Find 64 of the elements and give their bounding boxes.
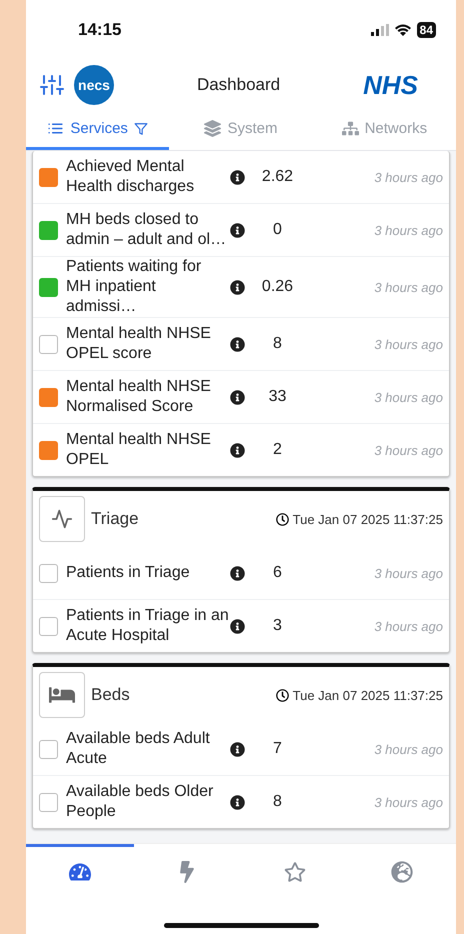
timestamp: Tue Jan 07 2025 11:37:25 [292, 688, 443, 702]
settings-icon[interactable] [40, 73, 64, 97]
info-icon[interactable] [230, 794, 244, 810]
bed-icon [39, 672, 85, 718]
hierarchy-icon [342, 120, 359, 137]
metric-value: 2.62 [260, 168, 294, 186]
brand-logo: NHS [363, 70, 418, 100]
status-time: 14:15 [78, 20, 122, 40]
metric-value: 8 [272, 335, 283, 353]
metric-value: 0.26 [260, 278, 294, 296]
updated-time: 3 hours ago [373, 170, 443, 184]
metric-name: Patients in Triage [66, 563, 191, 583]
pulse-icon [39, 496, 85, 542]
tab[interactable]: Networks [312, 110, 456, 150]
timestamp: Tue Jan 07 2025 11:37:25 [292, 512, 443, 526]
updated-time: 3 hours ago [373, 566, 443, 580]
updated-time: 3 hours ago [373, 280, 443, 294]
info-icon[interactable] [230, 742, 244, 756]
updated-time: 3 hours ago [373, 442, 443, 458]
info-icon[interactable] [230, 222, 244, 238]
metric-name: Patients waiting for MH inpatient admissi… [66, 257, 202, 317]
metric-value: 33 [268, 388, 288, 406]
metric-value: 0 [272, 221, 283, 239]
card-title: Triage [91, 509, 140, 529]
clock-icon [276, 688, 289, 702]
metric-name: Available beds Adult Acute [66, 729, 211, 769]
wifi-icon [394, 24, 411, 36]
page-title: Dashboard [196, 75, 282, 95]
info-icon[interactable] [230, 618, 244, 634]
metric-name: Mental health NHSE OPEL score [66, 324, 212, 364]
tab[interactable]: System [169, 110, 313, 150]
clock-icon [276, 512, 289, 526]
metric-name: MH beds closed to admin – adult and ol… [66, 210, 228, 250]
info-icon[interactable] [230, 170, 244, 184]
info-icon[interactable] [230, 280, 244, 294]
signal-icon [370, 24, 389, 36]
info-icon[interactable] [230, 336, 244, 352]
metric-name: Mental health NHSE Normalised Score [66, 377, 212, 417]
updated-time: 3 hours ago [373, 390, 443, 404]
updated-time: 3 hours ago [373, 618, 443, 634]
battery-level: 84 [416, 22, 436, 38]
star-icon[interactable] [284, 861, 306, 883]
updated-time: 3 hours ago [373, 794, 443, 810]
metric-value: 8 [272, 793, 283, 811]
metric-name: Achieved Mental Health discharges [66, 157, 196, 197]
metric-value: 2 [272, 441, 283, 459]
info-icon[interactable] [230, 442, 244, 458]
updated-time: 3 hours ago [373, 742, 443, 756]
updated-time: 3 hours ago [373, 336, 443, 352]
metric-name: Patients in Triage in an Acute Hospital [66, 606, 230, 646]
metric-value: 3 [272, 617, 283, 635]
metric-value: 6 [272, 564, 283, 582]
info-icon[interactable] [230, 566, 244, 580]
dashboard-icon[interactable] [68, 861, 91, 883]
metric-name: Available beds Older People [66, 782, 214, 822]
globe-icon[interactable] [391, 861, 414, 883]
filter-icon[interactable] [134, 122, 148, 136]
info-icon[interactable] [230, 390, 244, 404]
card-title: Beds [91, 685, 131, 705]
logo: necs [74, 65, 114, 105]
updated-time: 3 hours ago [373, 222, 443, 238]
metric-value: 7 [272, 740, 283, 758]
metric-name: Mental health NHSE OPEL [66, 430, 212, 470]
layers-icon [204, 120, 222, 137]
